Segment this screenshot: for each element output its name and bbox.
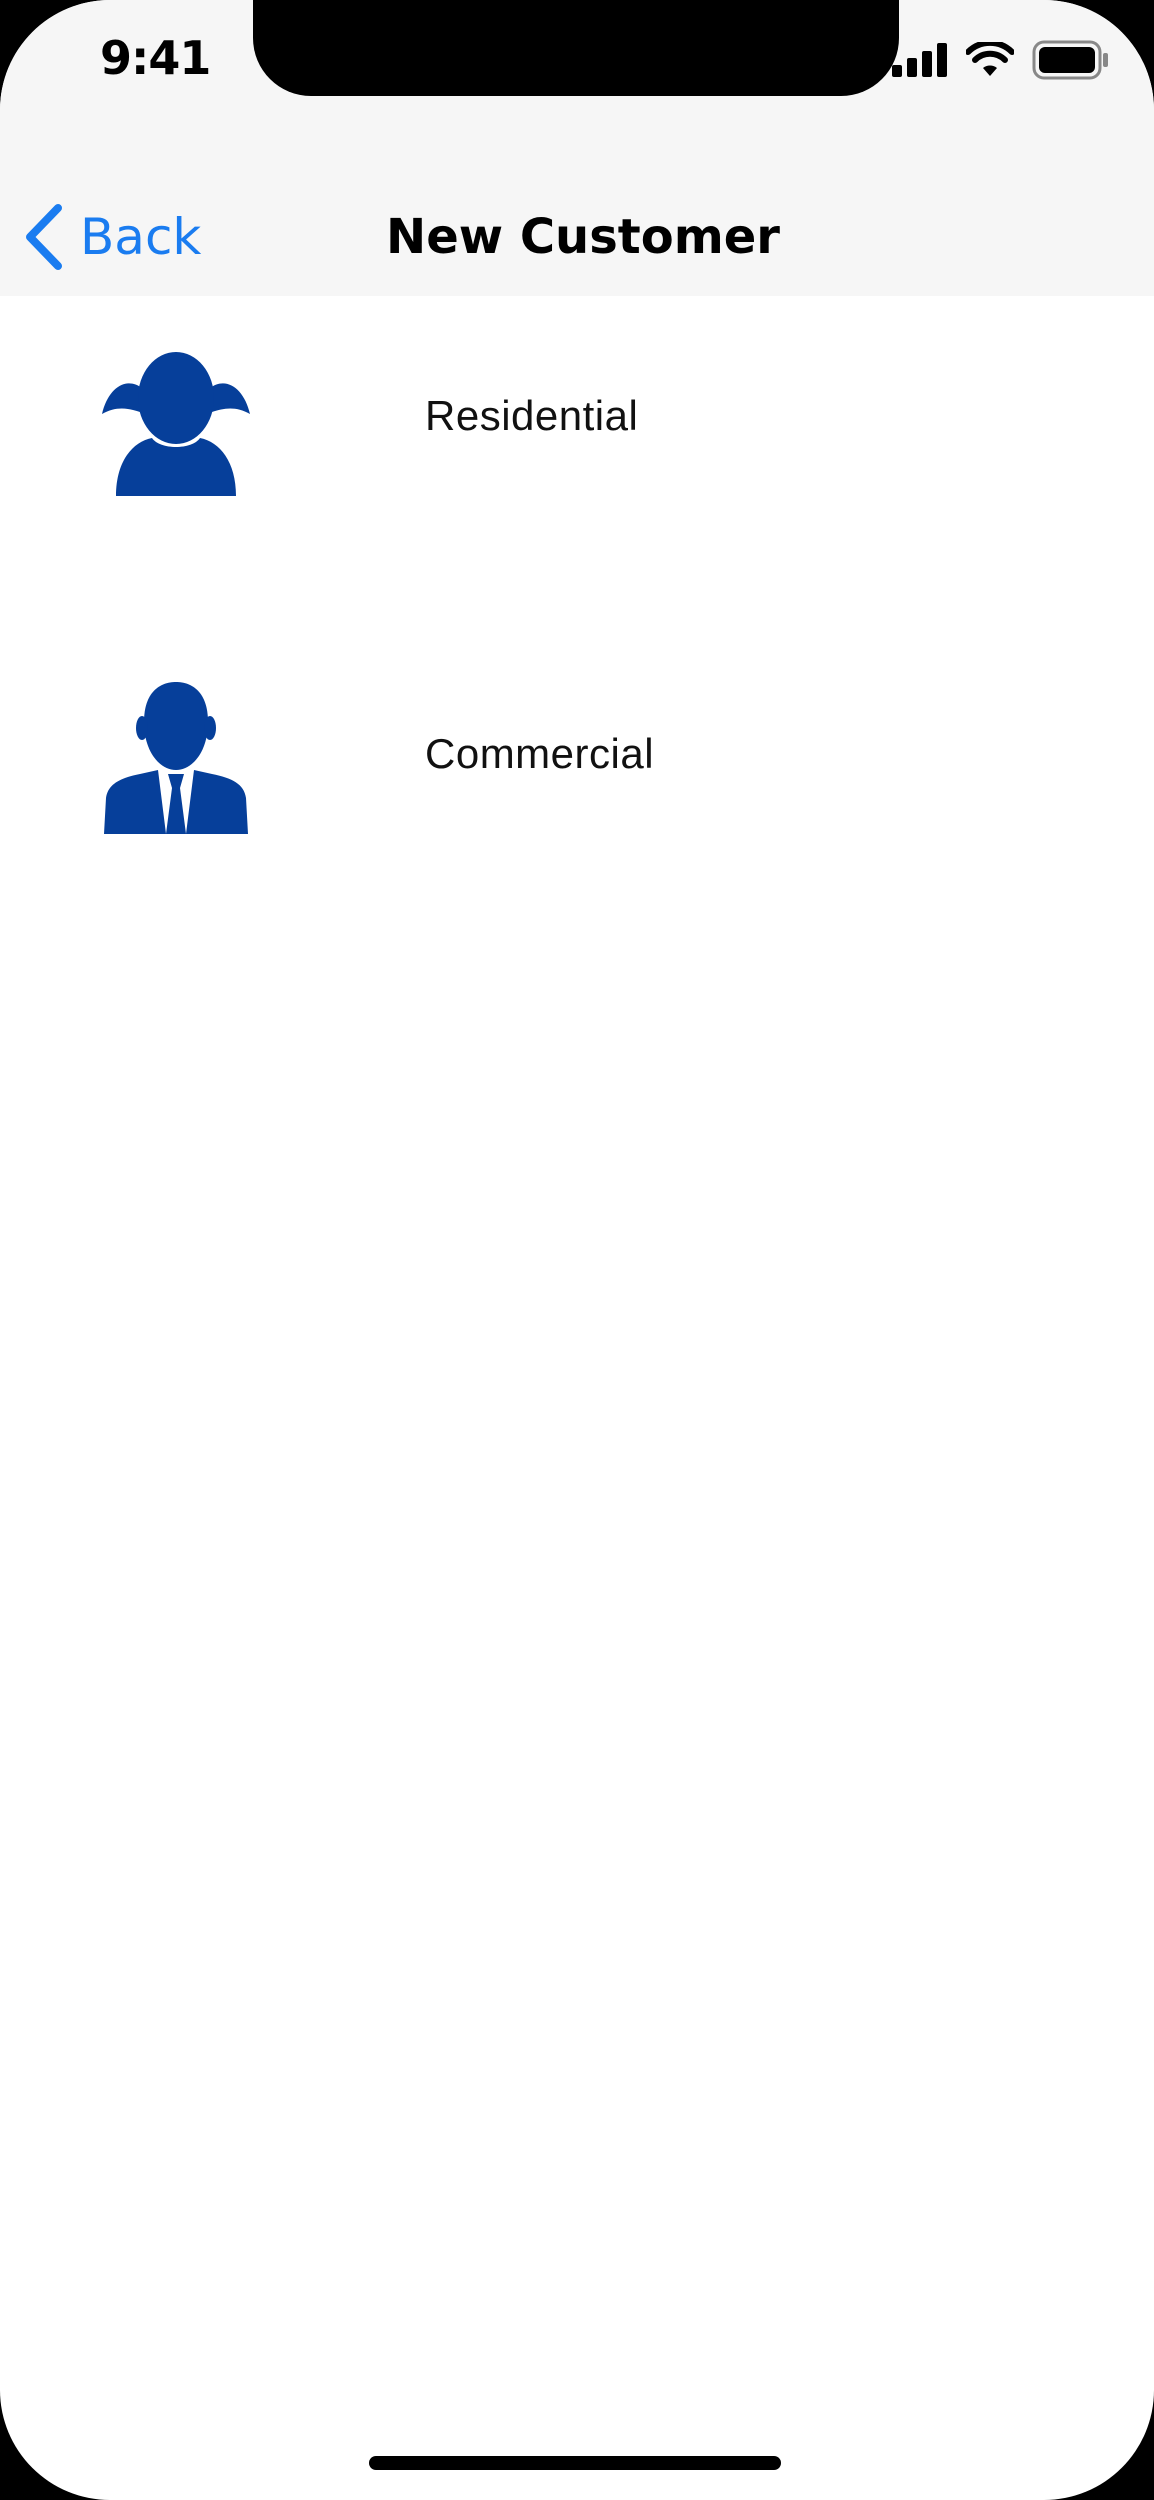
phone-screen: 9:41 Back New Customer Residential Comme… xyxy=(0,0,1154,2500)
cellular-signal-icon xyxy=(892,43,947,77)
status-icons xyxy=(892,38,1110,82)
girl-person-icon xyxy=(102,352,250,496)
page-title: New Customer xyxy=(386,209,780,265)
residential-option[interactable]: Residential xyxy=(0,336,1154,636)
device-notch xyxy=(253,0,899,96)
battery-icon xyxy=(1032,40,1108,80)
status-time: 9:41 xyxy=(100,31,211,85)
nav-bar: Back New Customer xyxy=(0,176,1154,296)
wifi-icon xyxy=(966,42,1014,76)
commercial-label: Commercial xyxy=(425,730,655,777)
businessman-icon xyxy=(104,682,248,834)
home-indicator[interactable] xyxy=(369,2456,781,2470)
residential-label: Residential xyxy=(425,392,639,439)
commercial-option[interactable]: Commercial xyxy=(0,674,1154,974)
